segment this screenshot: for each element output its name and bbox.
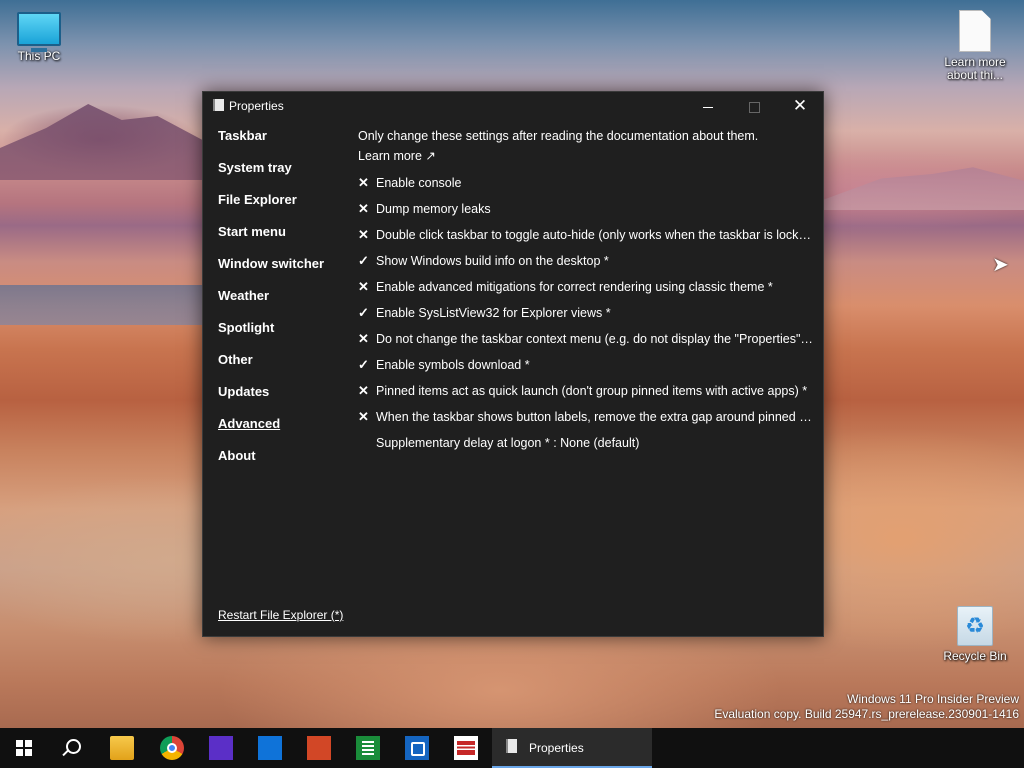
build-watermark: Windows 11 Pro Insider Preview Evaluatio…: [714, 692, 1019, 722]
properties-window: Properties ✕ Taskbar System tray File Ex…: [202, 91, 824, 637]
document-icon: [959, 10, 991, 52]
close-button[interactable]: ✕: [777, 92, 823, 120]
option-label: Do not change the taskbar context menu (…: [376, 332, 813, 346]
cross-icon: ✕: [358, 409, 369, 424]
title-bar[interactable]: Properties ✕: [203, 92, 823, 120]
sidebar-item-taskbar[interactable]: Taskbar: [218, 128, 348, 160]
wallpaper-salt-flat: [0, 285, 210, 325]
cross-icon: ✕: [358, 279, 369, 294]
cross-icon: ✕: [358, 383, 369, 398]
chrome-icon: [160, 736, 184, 760]
option-label: Dump memory leaks: [376, 202, 491, 216]
taskbar-file-explorer[interactable]: [98, 728, 146, 768]
option-label: When the taskbar shows button labels, re…: [376, 410, 813, 424]
option-remove-extra-gap[interactable]: ✕ When the taskbar shows button labels, r…: [358, 404, 813, 430]
taskbar-app-blue[interactable]: [246, 728, 294, 768]
desktop-icon-label: Recycle Bin: [943, 649, 1007, 663]
monitor-icon: [17, 12, 61, 52]
search-button[interactable]: [48, 728, 96, 768]
taskbar-app-orange[interactable]: [295, 728, 343, 768]
recycle-bin-icon: ♻: [957, 606, 993, 646]
wallpaper-distant-mountain: [820, 167, 1024, 210]
minimize-icon: [703, 106, 713, 108]
option-syslistview32[interactable]: ✓ Enable SysListView32 for Explorer views…: [358, 300, 813, 326]
taskbar-properties-window[interactable]: Properties: [492, 728, 652, 768]
learn-more-link[interactable]: Learn more ↗: [358, 146, 813, 166]
app-icon: [213, 99, 224, 111]
option-dump-memory-leaks[interactable]: ✕ Dump memory leaks: [358, 196, 813, 222]
option-advanced-mitigations[interactable]: ✕ Enable advanced mitigations for correct…: [358, 274, 813, 300]
option-enable-console[interactable]: ✕ Enable console: [358, 170, 813, 196]
option-label: Show Windows build info on the desktop *: [376, 254, 609, 268]
check-icon: ✓: [358, 253, 369, 268]
sidebar-item-advanced[interactable]: Advanced: [218, 416, 348, 448]
sidebar-item-other[interactable]: Other: [218, 352, 348, 384]
cross-icon: ✕: [358, 331, 369, 346]
close-icon: ✕: [792, 96, 808, 115]
option-logon-delay[interactable]: Supplementary delay at logon * : None (d…: [358, 430, 813, 456]
app-icon: [258, 736, 282, 760]
window-title: Properties: [229, 99, 284, 113]
option-label: Pinned items act as quick launch (don't …: [376, 384, 808, 398]
option-quick-launch[interactable]: ✕ Pinned items act as quick launch (don't…: [358, 378, 813, 404]
restart-explorer-link[interactable]: Restart File Explorer (*): [218, 608, 343, 622]
check-icon: ✓: [358, 305, 369, 320]
maximize-button[interactable]: [731, 92, 777, 120]
wallpaper-mountain: [0, 104, 210, 180]
intro-text: Only change these settings after reading…: [358, 129, 759, 143]
app-icon: [506, 739, 517, 753]
news-icon: [454, 736, 478, 760]
sidebar: Taskbar System tray File Explorer Start …: [218, 128, 348, 480]
search-icon: [66, 739, 81, 754]
maximize-icon: [748, 101, 760, 113]
option-label: Enable symbols download *: [376, 358, 530, 372]
folder-icon: [110, 736, 134, 760]
watermark-line: Evaluation copy. Build 25947.rs_prerelea…: [714, 707, 1019, 721]
cross-icon: ✕: [358, 227, 369, 242]
option-double-click-autohide[interactable]: ✕ Double click taskbar to toggle auto-hid…: [358, 222, 813, 248]
check-icon: ✓: [358, 357, 369, 372]
minimize-button[interactable]: [685, 92, 731, 120]
taskbar-news[interactable]: [442, 728, 490, 768]
taskbar-chrome[interactable]: [148, 728, 196, 768]
taskbar: Properties: [0, 728, 1024, 768]
sidebar-item-window-switcher[interactable]: Window switcher: [218, 256, 348, 288]
sidebar-item-file-explorer[interactable]: File Explorer: [218, 192, 348, 224]
control-panel-icon: [405, 736, 429, 760]
taskbar-window-label: Properties: [529, 741, 584, 755]
sidebar-item-weather[interactable]: Weather: [218, 288, 348, 320]
option-label: Supplementary delay at logon * : None (d…: [376, 436, 640, 450]
sidebar-item-system-tray[interactable]: System tray: [218, 160, 348, 192]
option-symbols-download[interactable]: ✓ Enable symbols download *: [358, 352, 813, 378]
start-button[interactable]: [0, 728, 48, 768]
option-label: Enable SysListView32 for Explorer views …: [376, 306, 611, 320]
cross-icon: ✕: [358, 201, 369, 216]
desktop-icon-learn-more[interactable]: Learn more about thi...: [937, 10, 1013, 82]
taskbar-app-purple[interactable]: [197, 728, 245, 768]
option-label: Enable advanced mitigations for correct …: [376, 280, 773, 294]
settings-content: Only change these settings after reading…: [358, 126, 813, 456]
mouse-cursor-icon: ➤: [992, 254, 1009, 276]
option-show-build-info[interactable]: ✓ Show Windows build info on the desktop …: [358, 248, 813, 274]
sidebar-item-spotlight[interactable]: Spotlight: [218, 320, 348, 352]
watermark-line: Windows 11 Pro Insider Preview: [847, 692, 1019, 706]
windows-logo-icon: [16, 740, 32, 756]
taskbar-control-panel[interactable]: [393, 728, 441, 768]
desktop-icon-label: Learn more about thi...: [944, 55, 1006, 82]
app-icon: [307, 736, 331, 760]
desktop-icon-recycle-bin[interactable]: ♻ Recycle Bin: [937, 606, 1013, 663]
sidebar-item-about[interactable]: About: [218, 448, 348, 480]
sidebar-item-updates[interactable]: Updates: [218, 384, 348, 416]
option-label: Enable console: [376, 176, 462, 190]
desktop-icon-this-pc[interactable]: This PC: [1, 12, 77, 63]
cross-icon: ✕: [358, 175, 369, 190]
sidebar-item-start-menu[interactable]: Start menu: [218, 224, 348, 256]
option-label: Double click taskbar to toggle auto-hide…: [376, 228, 813, 242]
taskbar-calculator[interactable]: [344, 728, 392, 768]
app-icon: [209, 736, 233, 760]
option-taskbar-context-menu[interactable]: ✕ Do not change the taskbar context menu …: [358, 326, 813, 352]
calculator-icon: [356, 736, 380, 760]
